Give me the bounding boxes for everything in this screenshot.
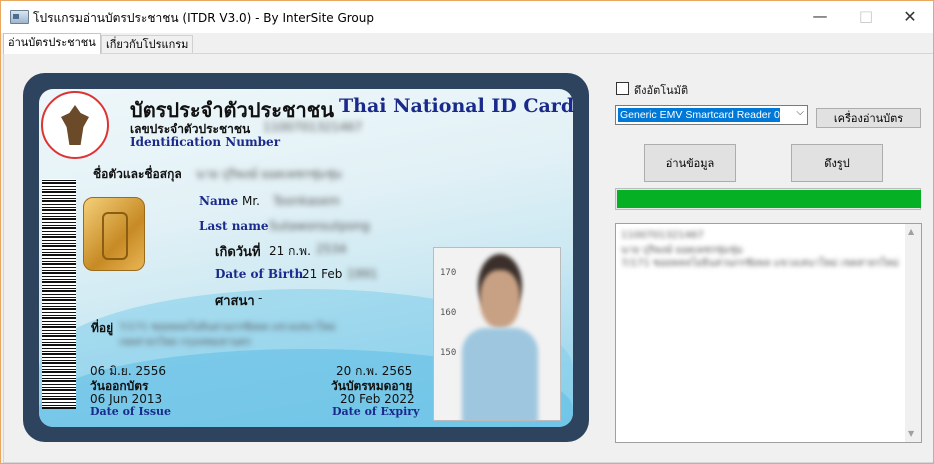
religion-label: ศาสนา <box>215 294 255 309</box>
garuda-seal-icon <box>41 91 109 159</box>
tab-bar: อ่านบัตรประชาชน เกี่ยวกับโปรแกรม <box>1 33 933 54</box>
name-en-prefix: Mr. <box>242 194 260 208</box>
window-title: โปรแกรมอ่านบัตรประชาชน (ITDR V3.0) - By … <box>33 11 374 25</box>
photo-face <box>480 270 520 328</box>
lastname-en-value: Sutawonsutpong <box>269 219 370 233</box>
progress-fill <box>617 190 921 208</box>
read-data-button[interactable]: อ่านข้อมูล <box>644 144 736 182</box>
dob-en-value: 21 Feb <box>302 267 343 281</box>
dob-th-value: 21 ก.พ. <box>269 244 311 258</box>
vertical-scrollbar[interactable]: ▲ ▼ <box>905 224 921 442</box>
tab-read-id-card[interactable]: อ่านบัตรประชาชน <box>3 33 101 54</box>
read-progress-bar <box>615 188 921 210</box>
maximize-icon: □ <box>858 7 874 25</box>
card-title-en: Thai National ID Card <box>339 95 575 117</box>
auto-read-label: ดึงอัตโนมัติ <box>634 84 689 97</box>
title-bar: โปรแกรมอ่านบัตรประชาชน (ITDR V3.0) - By … <box>1 1 933 33</box>
smartcard-chip-icon <box>83 197 145 271</box>
card-photo: 170 160 150 <box>433 247 561 421</box>
minimize-icon[interactable]: — <box>797 1 843 31</box>
name-th-value: นาย ปุริพงษ์ ยอดเพชรชุ่มชุ่ม <box>196 167 343 181</box>
lastname-en-label: Last name <box>199 219 269 233</box>
address-line-2: เขตสาธรใหม่ กรุงเทพมหานคร <box>119 337 251 348</box>
address-label: ที่อยู่ <box>91 321 114 335</box>
dob-th-year: 2534 <box>316 242 347 256</box>
dob-en-year: 1991 <box>347 267 378 281</box>
app-window: โปรแกรมอ่านบัตรประชาชน (ITDR V3.0) - By … <box>0 0 934 464</box>
name-en-value: Toonkasem <box>273 194 340 208</box>
id-number: 1100701321467 <box>263 120 363 134</box>
barcode-icon <box>42 179 76 409</box>
reader-button[interactable]: เครื่องอ่านบัตร <box>816 108 921 128</box>
output-line: 7/171 ซอยพหลโยธินสวนกรชัยพล แขวงเสนาใหม่… <box>621 258 899 269</box>
expiry-date-en: 20 Feb 2022 <box>340 392 415 406</box>
address-line-1: 7/171 ซอยพหลโยธินสวนกรชัยพล แขวงเสนาใหม่ <box>119 322 336 333</box>
name-th-label: ชื่อตัวและชื่อสกุล <box>93 167 182 181</box>
dob-en-label: Date of Birth <box>215 267 304 281</box>
close-icon[interactable]: ✕ <box>887 1 933 31</box>
id-label-en: Identification Number <box>130 135 281 149</box>
issue-label-en: Date of Issue <box>90 405 172 418</box>
tab-about-program[interactable]: เกี่ยวกับโปรแกรม <box>101 35 194 54</box>
scroll-down-icon[interactable]: ▼ <box>908 429 914 438</box>
religion-value: - <box>258 291 263 305</box>
auto-read-checkbox[interactable] <box>616 82 629 95</box>
output-textbox[interactable]: 1100701321467 นาย ปุริพงษ์ ยอดเพชรชุ่มชุ… <box>615 223 922 443</box>
output-line: 1100701321467 <box>621 230 704 241</box>
name-en-label: Name <box>199 194 239 208</box>
issue-date-en: 06 Jun 2013 <box>90 392 163 406</box>
photo-scale-label: 160 <box>440 308 457 318</box>
photo-scale-label: 170 <box>440 268 457 278</box>
scroll-up-icon[interactable]: ▲ <box>908 227 914 236</box>
photo-body <box>462 328 538 420</box>
expiry-label-en: Date of Expiry <box>332 405 420 418</box>
reader-select-value: Generic EMV Smartcard Reader 0 <box>618 108 780 122</box>
app-icon <box>10 10 29 24</box>
reader-select[interactable]: Generic EMV Smartcard Reader 0 ⌵ <box>615 105 808 125</box>
fetch-photo-button[interactable]: ดึงรูป <box>791 144 883 182</box>
dob-th-label: เกิดวันที่ <box>215 245 261 260</box>
photo-scale-label: 150 <box>440 348 457 358</box>
chevron-down-icon[interactable]: ⌵ <box>796 107 804 118</box>
